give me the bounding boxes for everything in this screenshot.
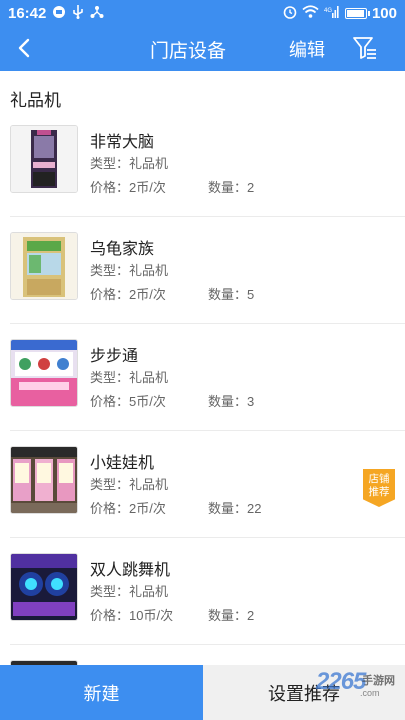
edit-button[interactable]: 编辑	[289, 36, 325, 62]
section-title: 礼品机	[10, 91, 61, 110]
device-name: 乌龟家族	[90, 241, 155, 258]
device-type: 类型：礼品机	[90, 370, 169, 385]
device-name: 双人跳舞机	[90, 562, 171, 579]
device-name: 小娃娃机	[90, 455, 155, 472]
alarm-icon	[283, 5, 297, 22]
page-title: 门店设备	[150, 41, 227, 62]
share-icon	[90, 5, 104, 22]
svg-text:4G: 4G	[324, 8, 332, 14]
store-recommend-badge: 店铺 推荐	[363, 469, 395, 507]
device-price: 价格：2币/次	[90, 180, 166, 195]
device-type: 类型：礼品机	[90, 477, 169, 492]
list-item[interactable]: 乌龟家族类型：礼品机 价格：2币/次 数量：5	[10, 217, 405, 324]
battery-icon	[344, 7, 370, 19]
device-price: 价格：10币/次	[90, 608, 174, 623]
badge-line1: 店铺	[368, 473, 390, 485]
list-item[interactable]: 小娃娃机类型：礼品机 价格：2币/次 数量：22 店铺 推荐	[10, 431, 405, 538]
device-price: 价格：2币/次	[90, 501, 166, 516]
device-quantity: 数量：22	[208, 501, 262, 516]
device-quantity: 数量：5	[208, 287, 255, 302]
list-item[interactable]: 步步通类型：礼品机 价格：5币/次 数量：3	[10, 324, 405, 431]
wifi-icon	[302, 5, 319, 21]
badge-line2: 推荐	[368, 486, 390, 498]
device-quantity: 数量：2	[208, 180, 255, 195]
device-name: 非常大脑	[90, 134, 155, 151]
list-item[interactable]: 非常大脑类型：礼品机 价格：2币/次 数量：2	[10, 110, 405, 217]
battery-level: 100	[371, 4, 397, 22]
device-thumbnail	[10, 125, 78, 193]
bottom-bar: 新建 设置推荐	[0, 665, 405, 720]
device-price: 价格：5币/次	[90, 394, 166, 409]
device-thumbnail	[10, 446, 78, 514]
list-item[interactable]: 小娃娃机	[10, 645, 405, 665]
back-arrow-icon	[18, 38, 30, 58]
list-item[interactable]: 双人跳舞机类型：礼品机 价格：10币/次 数量：2	[10, 538, 405, 645]
device-list: 非常大脑 类型：礼品机 价格：2币/次 数量：2 乌龟家族 类型：礼品机 价格：2币/次 数量…	[0, 110, 405, 665]
device-quantity: 数量：2	[208, 608, 255, 623]
usb-icon	[72, 4, 84, 22]
nav-bar: 门店设备 编辑	[0, 26, 405, 71]
status-time: 16:42	[8, 4, 47, 22]
device-type: 类型：礼品机	[90, 584, 169, 599]
device-name: 步步通	[90, 348, 139, 365]
device-type: 类型：礼品机	[90, 156, 169, 171]
notification-icon	[52, 5, 66, 22]
device-type: 类型：礼品机	[90, 263, 169, 278]
device-quantity: 数量：3	[208, 394, 255, 409]
set-recommend-button[interactable]: 设置推荐	[203, 665, 405, 720]
filter-icon	[353, 37, 376, 59]
device-price: 价格：2币/次	[90, 287, 166, 302]
status-bar: 16:42 4G 100	[0, 0, 405, 26]
device-thumbnail	[10, 232, 78, 300]
signal-icon: 4G	[324, 5, 340, 21]
back-button[interactable]	[10, 34, 38, 62]
filter-button[interactable]	[352, 35, 378, 61]
device-thumbnail	[10, 339, 78, 407]
device-thumbnail	[10, 553, 78, 621]
new-button[interactable]: 新建	[0, 665, 203, 720]
